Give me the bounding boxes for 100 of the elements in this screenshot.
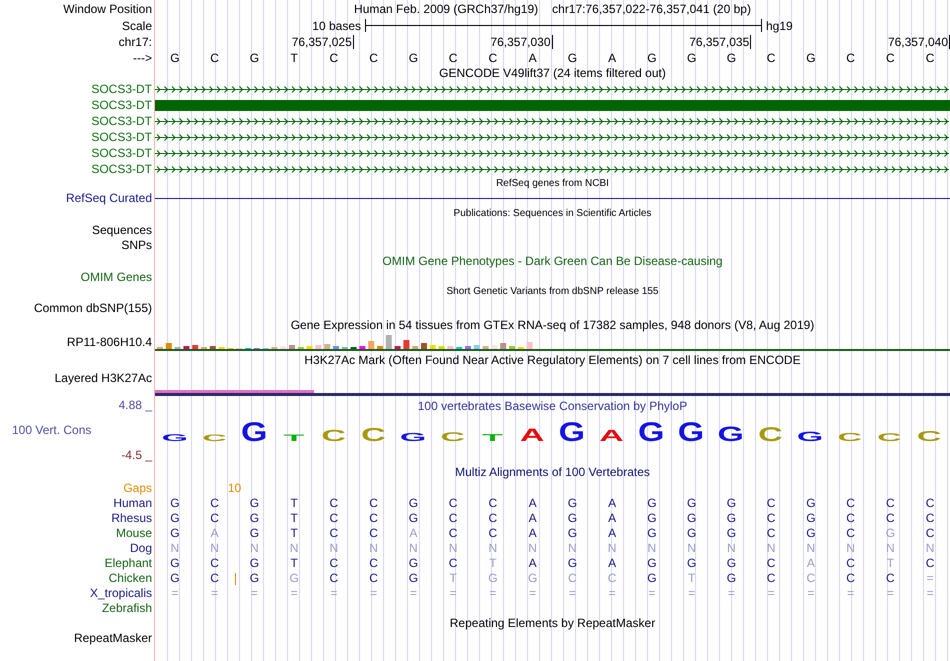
aligned-base: C bbox=[766, 496, 776, 508]
track-title: GENCODE V49lift37 (24 items filtered out) bbox=[439, 67, 666, 79]
aligned-base: C bbox=[369, 572, 378, 584]
aligned-base: = bbox=[370, 586, 378, 598]
aligned-base: G bbox=[408, 512, 418, 524]
aligned-base: A bbox=[528, 526, 537, 538]
transcript-label: SOCS3-DT bbox=[91, 131, 152, 143]
aligned-base: G bbox=[408, 556, 418, 568]
track-title: Publications: Sequences in Scientific Articles bbox=[454, 209, 652, 219]
aligned-base: T bbox=[449, 572, 457, 584]
logo-letter: C bbox=[321, 426, 346, 445]
aligned-base: G bbox=[686, 496, 696, 508]
track-label: Sequences bbox=[92, 224, 152, 236]
aligned-base: N bbox=[886, 542, 895, 554]
aligned-base: C bbox=[926, 496, 934, 508]
logo-letter: G bbox=[796, 430, 824, 444]
base-letter: C bbox=[369, 52, 378, 64]
base-letter: C bbox=[210, 52, 219, 64]
aligned-base: C bbox=[210, 572, 219, 584]
aligned-base: G bbox=[686, 512, 696, 524]
aligned-base: C bbox=[330, 556, 338, 568]
transcript-label: SOCS3-DT bbox=[91, 163, 152, 175]
species-label: Zebrafish bbox=[102, 602, 152, 614]
aligned-base: G bbox=[568, 526, 578, 538]
aligned-base: = bbox=[926, 586, 934, 598]
aligned-base: N bbox=[687, 542, 696, 554]
aligned-base: C bbox=[568, 572, 577, 584]
aligned-base: = bbox=[807, 586, 814, 598]
aligned-base: A bbox=[608, 512, 616, 524]
aligned-base: = bbox=[450, 586, 457, 598]
base-letter: A bbox=[528, 52, 537, 64]
aligned-base: N bbox=[926, 542, 934, 554]
aligned-base: C bbox=[926, 526, 934, 538]
aligned-base: C bbox=[886, 496, 895, 508]
aligned-base: C bbox=[448, 512, 458, 524]
aligned-base: N bbox=[250, 542, 259, 554]
aligned-base: C bbox=[846, 496, 855, 508]
aligned-base: = bbox=[529, 586, 536, 598]
track-label: RepeatMasker bbox=[74, 632, 152, 644]
aligned-base: A bbox=[608, 496, 616, 508]
aligned-base: C bbox=[766, 572, 776, 584]
aligned-base: = bbox=[847, 586, 854, 598]
aligned-base: G bbox=[647, 512, 657, 524]
aligned-base: C bbox=[766, 556, 776, 568]
aligned-base: C bbox=[806, 572, 816, 584]
aligned-base: G bbox=[250, 496, 260, 508]
aligned-base: C bbox=[330, 572, 338, 584]
aligned-base: C bbox=[369, 526, 378, 538]
logo-letter: G bbox=[717, 422, 744, 445]
aligned-base: G bbox=[647, 526, 657, 538]
aligned-base: C bbox=[886, 512, 895, 524]
aligned-base: G bbox=[726, 572, 736, 584]
base-letter: C bbox=[926, 52, 934, 64]
logo-letter: T bbox=[284, 432, 304, 444]
aligned-base: G bbox=[250, 526, 260, 538]
base-letter: C bbox=[766, 52, 776, 64]
logo-letter: C bbox=[916, 428, 942, 444]
scale-text: 10 bases bbox=[312, 20, 361, 32]
aligned-base: C bbox=[488, 512, 498, 524]
logo-letter: G bbox=[241, 416, 268, 445]
aligned-base: C bbox=[330, 496, 338, 508]
assembly-label: hg19 bbox=[766, 20, 793, 32]
base-letter: C bbox=[330, 52, 338, 64]
aligned-base: G bbox=[568, 512, 578, 524]
aligned-base: A bbox=[528, 556, 537, 568]
aligned-base: G bbox=[488, 572, 498, 584]
position-tick: 76,357,025 bbox=[292, 35, 354, 49]
logo-letter: G bbox=[558, 416, 586, 445]
species-label: X_tropicalis bbox=[90, 586, 152, 598]
aligned-base: = bbox=[886, 586, 894, 598]
logo-letter: A bbox=[599, 426, 624, 445]
species-label: Chicken bbox=[108, 572, 152, 584]
aligned-base: G bbox=[170, 572, 180, 584]
track-title: OMIM Gene Phenotypes - Dark Green Can Be Disease-causing bbox=[382, 255, 723, 267]
base-letter: G bbox=[408, 52, 418, 64]
aligned-base: G bbox=[250, 512, 260, 524]
aligned-base: C bbox=[846, 512, 855, 524]
axis-max-label: 4.88 _ bbox=[118, 399, 152, 411]
aligned-base: = bbox=[171, 586, 178, 598]
aligned-base: G bbox=[726, 496, 736, 508]
logo-letter: G bbox=[678, 416, 704, 445]
track-title: H3K27Ac Mark (Often Found Near Active Regulatory Elements) on 7 cell lines from ENCODE bbox=[304, 354, 801, 366]
aligned-base: G bbox=[568, 556, 578, 568]
aligned-base: G bbox=[250, 572, 260, 584]
base-letter: G bbox=[250, 52, 260, 64]
aligned-base: = bbox=[768, 586, 775, 598]
track-title: Multiz Alignments of 100 Vertebrates bbox=[455, 466, 650, 478]
track-label: Layered H3K27Ac bbox=[54, 372, 152, 384]
base-letter: G bbox=[686, 52, 696, 64]
logo-letter: C bbox=[440, 430, 466, 444]
aligned-base: G bbox=[726, 512, 736, 524]
base-letter: G bbox=[568, 52, 578, 64]
aligned-base: A bbox=[409, 526, 418, 538]
aligned-base: C bbox=[448, 556, 458, 568]
aligned-base: C bbox=[886, 572, 895, 584]
aligned-base: C bbox=[330, 512, 338, 524]
track-label: 100 Vert. Cons bbox=[11, 424, 92, 436]
aligned-base: N bbox=[330, 542, 338, 554]
aligned-base: N bbox=[766, 542, 776, 554]
aligned-base: C bbox=[448, 496, 458, 508]
